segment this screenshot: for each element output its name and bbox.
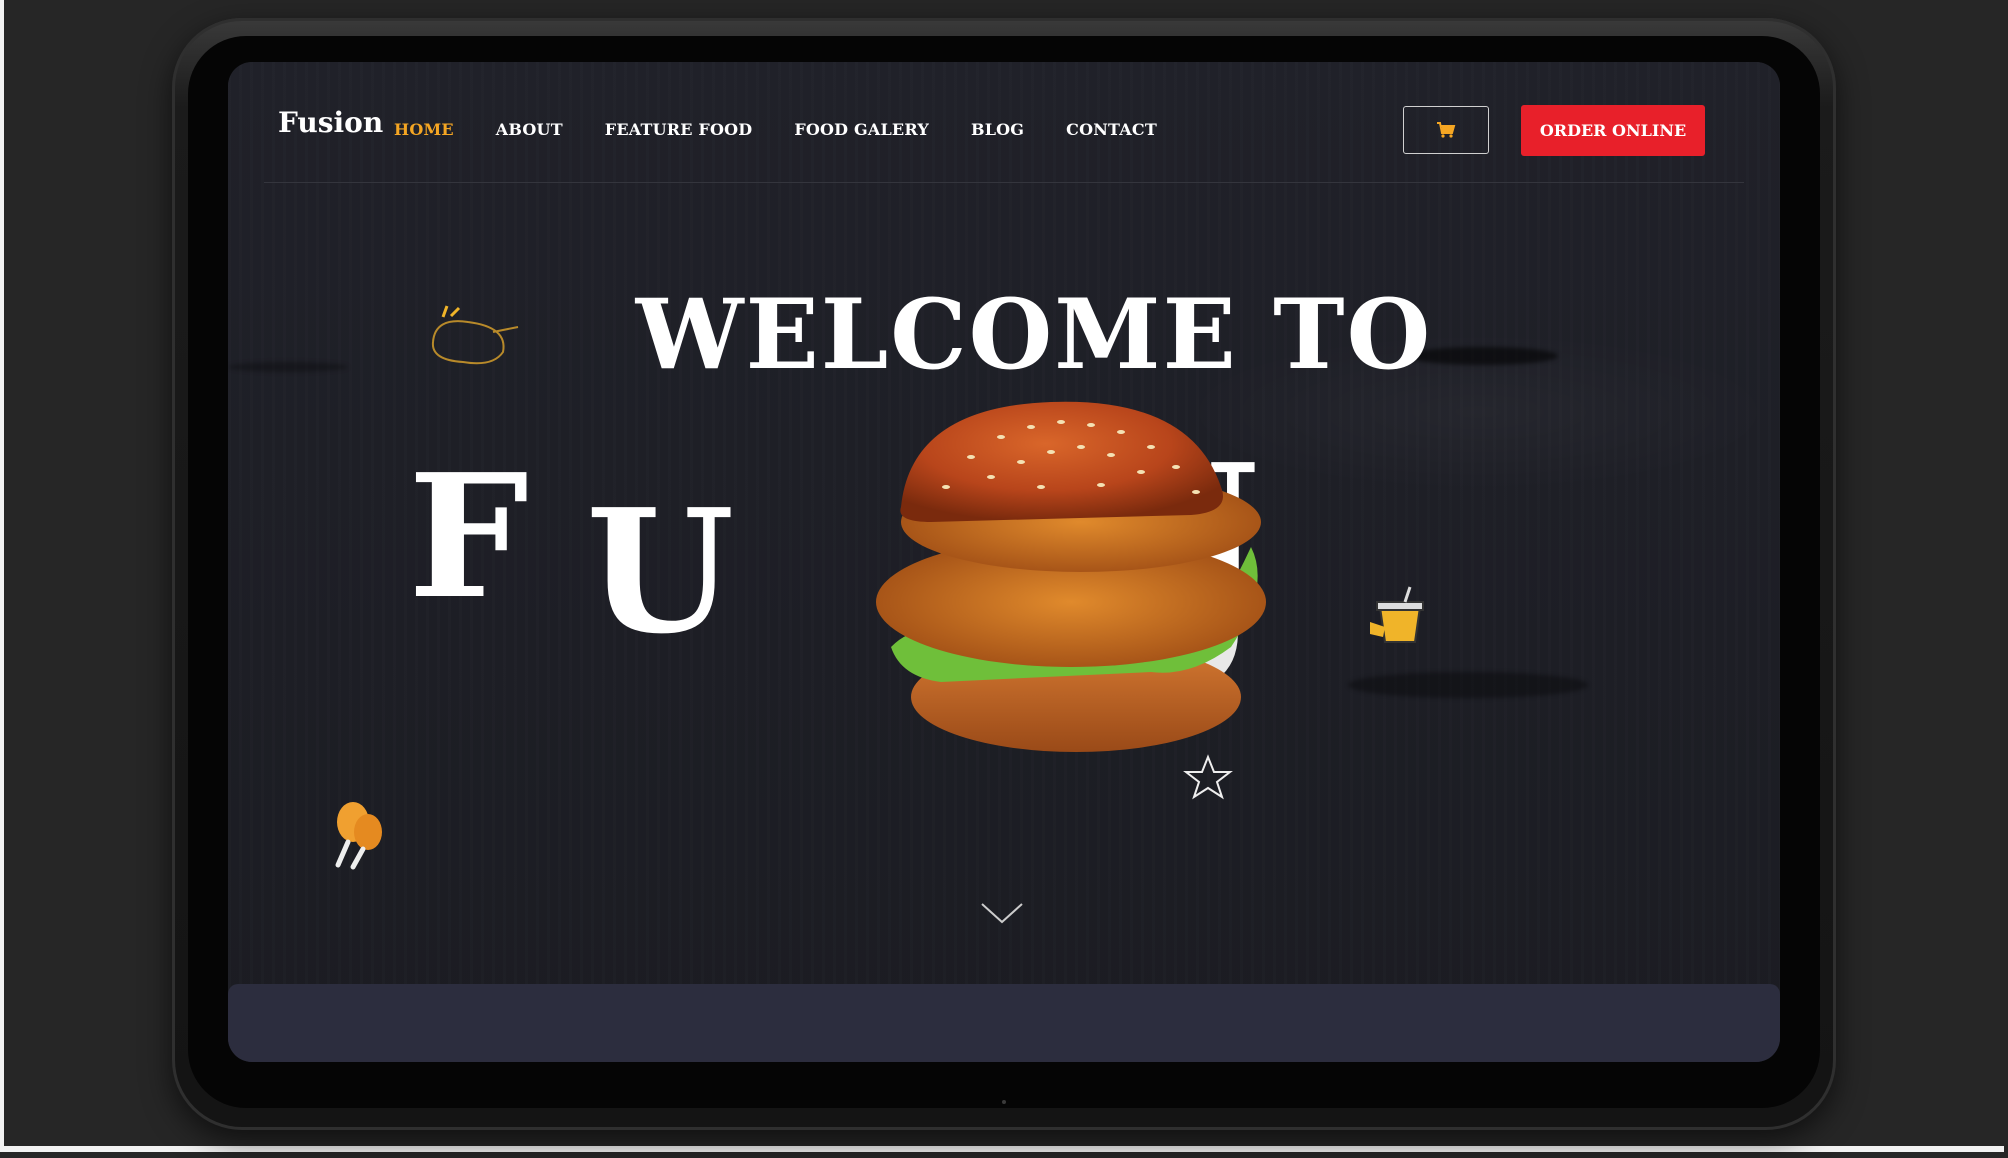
- brand-logo[interactable]: Fusion: [278, 106, 383, 139]
- nav-item-blog[interactable]: BLOG: [971, 120, 1024, 139]
- burger-image: [876, 401, 1266, 752]
- nav-item-food-galery[interactable]: FOOD GALERY: [794, 120, 929, 139]
- main-menu: HOME ABOUT FEATURE FOOD FOOD GALERY BLOG…: [394, 120, 1199, 139]
- tablet-device: Fusion HOME ABOUT FEATURE FOOD FOOD GALE…: [172, 18, 1836, 1130]
- cart-icon: [1437, 122, 1456, 138]
- hero-letter-f: F: [408, 437, 529, 637]
- next-section-panel: [228, 984, 1780, 1062]
- top-navigation: Fusion HOME ABOUT FEATURE FOOD FOOD GALE…: [264, 82, 1744, 183]
- nav-item-about[interactable]: ABOUT: [496, 120, 563, 139]
- chicken-leg-icon: [335, 802, 382, 870]
- brush-stroke: [1348, 672, 1588, 698]
- star-icon: [1183, 754, 1233, 800]
- hero-letter-u: U: [586, 472, 735, 672]
- chevron-down-icon[interactable]: [978, 900, 1026, 926]
- nav-item-contact[interactable]: CONTACT: [1066, 120, 1157, 139]
- website-screen: Fusion HOME ABOUT FEATURE FOOD FOOD GALE…: [228, 62, 1780, 1062]
- cart-button[interactable]: [1403, 106, 1489, 154]
- nav-item-feature-food[interactable]: FEATURE FOOD: [605, 120, 753, 139]
- home-indicator: [1002, 1100, 1006, 1104]
- order-online-button[interactable]: ORDER ONLINE: [1521, 105, 1705, 156]
- doodle-swirl: [431, 305, 519, 365]
- drink-cup-icon: [1370, 586, 1424, 643]
- nav-item-home[interactable]: HOME: [394, 120, 454, 139]
